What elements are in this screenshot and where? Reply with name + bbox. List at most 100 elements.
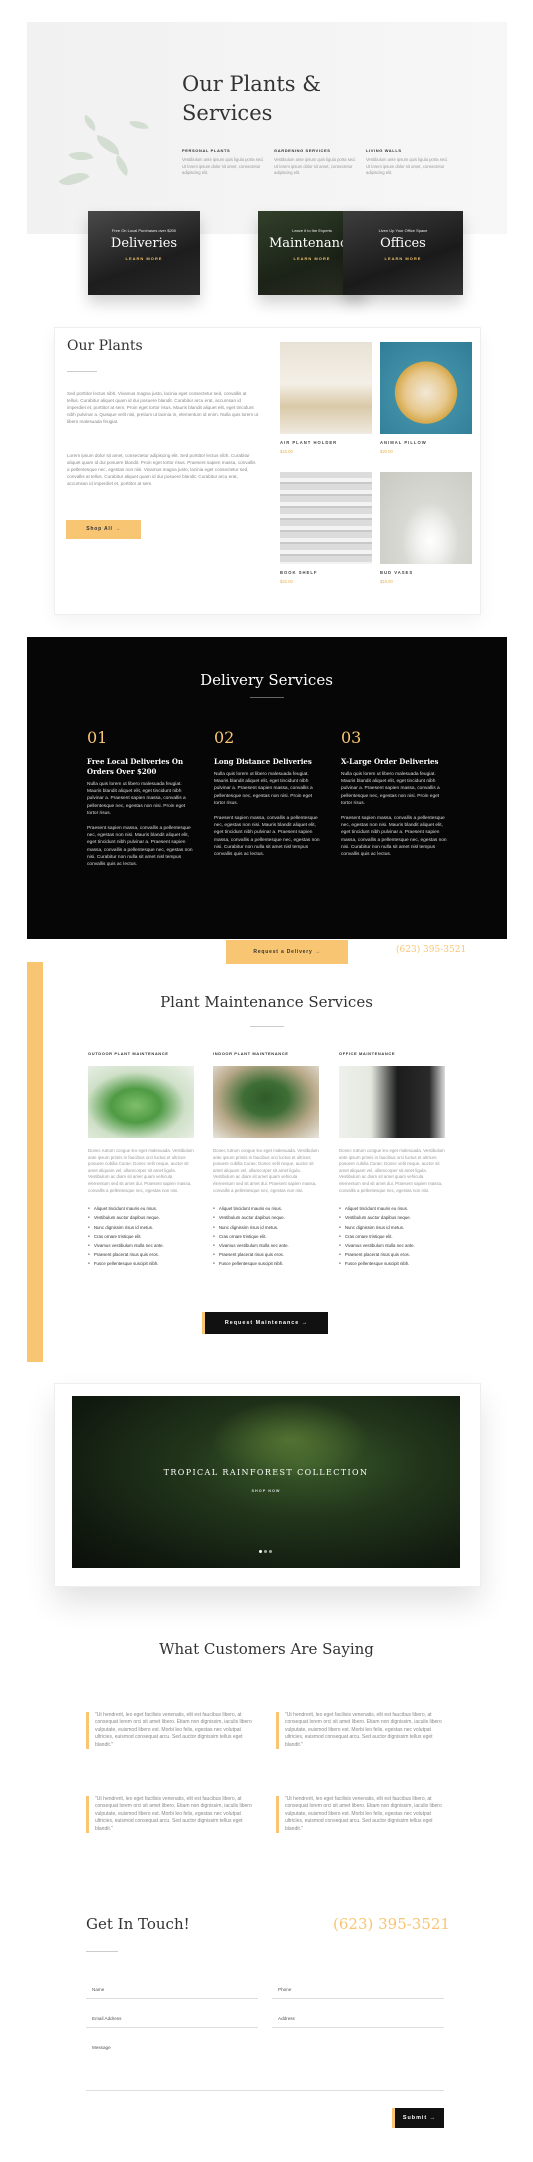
testimonial-quote: "Ut hendrerit, leo eget facilisis venena…: [276, 1712, 446, 1750]
card-title: Deliveries: [110, 236, 178, 251]
product-price: $32.00: [280, 579, 293, 584]
contact-phone[interactable]: (623) 395-3521: [333, 1915, 450, 1933]
our-plants-paragraph: Sed porttitor lectus nibh. Vivamus magna…: [67, 391, 259, 424]
column-number: 01: [87, 728, 108, 747]
card-title: Offices: [380, 236, 426, 251]
card-learn-more-link[interactable]: LEARN MORE: [343, 256, 463, 261]
list-item: Fusce pellentesque suscipit nibh.: [88, 1259, 194, 1268]
product-image[interactable]: [380, 342, 472, 434]
list-item: Praesent placerat risus quis eros.: [213, 1250, 319, 1259]
product-air-plant-holder[interactable]: AIR PLANT HOLDER $15.00: [280, 342, 372, 454]
product-price: $20.00: [380, 449, 393, 454]
product-name[interactable]: ANIMAL PILLOW: [380, 440, 472, 445]
column-text: Nulla quis lorem ut libero malesuada feu…: [341, 772, 440, 806]
column-text: Praesent sapien massa, convallis a pelle…: [341, 816, 447, 858]
our-plants-paragraph: Lorem ipsum dolor sit amet, consectetur …: [67, 453, 256, 486]
product-name[interactable]: BUD VASES: [380, 570, 472, 575]
email-field[interactable]: [86, 2027, 258, 2028]
submit-button[interactable]: Submit →: [392, 2108, 444, 2128]
testimonial-quote: "Ut hendrerit, leo eget facilisis venena…: [276, 1796, 446, 1834]
slider-dot[interactable]: [269, 1550, 272, 1553]
maintenance-title: Plant Maintenance Services: [160, 993, 373, 1011]
delivery-services-title: Delivery Services: [200, 671, 333, 689]
card-learn-more-link[interactable]: LEARN MORE: [88, 256, 200, 261]
category-personal-plants: PERSONAL PLANTS Vestibulum ante ipsum qu…: [182, 148, 267, 177]
maintenance-column-indoor: INDOOR PLANT MAINTENANCE Donec rutrum co…: [213, 1051, 319, 1269]
card-subtitle: Liven Up Your Office Space: [378, 228, 428, 233]
list-item: Cras ornare tristique elit.: [88, 1232, 194, 1241]
slider-dot[interactable]: [259, 1550, 262, 1553]
list-item: Nunc dignissim risus id metus.: [213, 1223, 319, 1232]
category-living-walls: LIVING WALLS Vestibulum ante ipsum quis …: [366, 148, 451, 177]
category-title: PERSONAL PLANTS: [182, 148, 231, 153]
product-image[interactable]: [280, 342, 372, 434]
delivery-phone[interactable]: (623) 395-3521: [396, 945, 466, 955]
delivery-column: 01 Free Local Deliveries On Orders Over …: [87, 728, 197, 868]
list-item: Cras ornare tristique elit.: [339, 1232, 445, 1241]
divider: [250, 1026, 284, 1027]
column-title: X-Large Order Deliveries: [341, 757, 439, 766]
divider: [67, 371, 97, 372]
column-number: 02: [214, 728, 235, 747]
list-item: Vestibulum auctor dapibus neque.: [213, 1213, 319, 1222]
accent-bar: [27, 962, 43, 1362]
list-item: Praesent placerat risus quis eros.: [339, 1250, 445, 1259]
product-name[interactable]: BOOK SHELF: [280, 570, 372, 575]
column-text: Praesent sapien massa, convallis a pelle…: [214, 816, 320, 858]
contact-title: Get In Touch!: [86, 1915, 190, 1933]
message-field-label: Message: [92, 2045, 111, 2050]
list-item: Nunc dignissim risus id metus.: [88, 1223, 194, 1232]
delivery-column: 03 X-Large Order Deliveries Nulla quis l…: [341, 728, 451, 858]
column-title: Free Local Deliveries On Orders Over $20…: [87, 757, 184, 776]
column-text: Praesent sapien massa, convallis a pelle…: [87, 826, 193, 868]
list-item: Fusce pellentesque suscipit nibh.: [339, 1259, 445, 1268]
message-field[interactable]: [86, 2090, 444, 2091]
list-item: Vestibulum auctor dapibus neque.: [88, 1213, 194, 1222]
product-price: $15.00: [280, 449, 293, 454]
offices-card[interactable]: Liven Up Your Office Space Offices LEARN…: [343, 211, 463, 295]
list-item: Fusce pellentesque suscipit nibh.: [213, 1259, 319, 1268]
deliveries-card[interactable]: Free On Local Purchases over $200 Delive…: [88, 211, 200, 295]
product-animal-pillow[interactable]: ANIMAL PILLOW $20.00: [380, 342, 472, 454]
testimonial-quote: "Ut hendrerit, leo eget facilisis venena…: [86, 1712, 256, 1750]
indoor-plant-image: [213, 1066, 319, 1138]
product-book-shelf[interactable]: BOOK SHELF $32.00: [280, 472, 372, 584]
column-title: Long Distance Deliveries: [214, 757, 312, 766]
list-item: Vivamus vestibulum ntulla nec ante.: [339, 1241, 445, 1250]
shop-all-button[interactable]: Shop All →: [66, 520, 141, 539]
office-image: [339, 1066, 445, 1138]
category-text: Vestibulum ante ipsum quis ligula porta …: [182, 157, 264, 175]
category-gardening-services: GARDENING SERVICES Vestibulum ante ipsum…: [274, 148, 359, 177]
maintenance-column-office: OFFICE MAINTENANCE Donec rutrum congue l…: [339, 1051, 445, 1269]
slide-title: TROPICAL RAINFOREST COLLECTION: [163, 1468, 369, 1477]
phone-field[interactable]: [272, 1998, 444, 1999]
our-plants-title: Our Plants: [67, 338, 143, 354]
list-item: Vivamus vestibulum ntulla nec ante.: [213, 1241, 319, 1250]
name-field-label: Name: [92, 1987, 105, 1992]
product-name[interactable]: AIR PLANT HOLDER: [280, 440, 372, 445]
page: Our Plants & Services PERSONAL PLANTS Ve…: [0, 0, 533, 2162]
product-image[interactable]: [280, 472, 372, 564]
outdoor-plant-image: [88, 1066, 194, 1138]
testimonial-quote: "Ut hendrerit, leo eget facilisis venena…: [86, 1796, 256, 1834]
request-maintenance-button[interactable]: Request Maintenance →: [202, 1312, 328, 1334]
card-subtitle: Free On Local Purchases over $200: [111, 228, 177, 233]
column-text: Nulla quis lorem ut libero malesuada feu…: [87, 782, 186, 816]
slider-dot[interactable]: [264, 1550, 267, 1553]
delivery-column: 02 Long Distance Deliveries Nulla quis l…: [214, 728, 324, 858]
list-item: Nunc dignissim risus id metus.: [339, 1223, 445, 1232]
product-image[interactable]: [380, 472, 472, 564]
category-text: Vestibulum ante ipsum quis ligula porta …: [366, 157, 448, 175]
hero-background: [27, 22, 507, 234]
request-delivery-button[interactable]: Request a Delivery →: [226, 940, 348, 964]
address-field[interactable]: [272, 2027, 444, 2028]
name-field[interactable]: [86, 1998, 258, 1999]
product-bud-vases[interactable]: BUD VASES $18.00: [380, 472, 472, 584]
feature-list: Aliquet tincidunt mauris eu risus. Vesti…: [88, 1204, 194, 1268]
column-text: Donec rutrum congue leo eget malesuada. …: [88, 1148, 194, 1193]
list-item: Aliquet tincidunt mauris eu risus.: [213, 1204, 319, 1213]
shop-now-link[interactable]: SHOP NOW: [72, 1489, 460, 1493]
divider: [86, 1951, 118, 1952]
feature-list: Aliquet tincidunt mauris eu risus. Vesti…: [213, 1204, 319, 1268]
list-item: Praesent placerat risus quis eros.: [88, 1250, 194, 1259]
